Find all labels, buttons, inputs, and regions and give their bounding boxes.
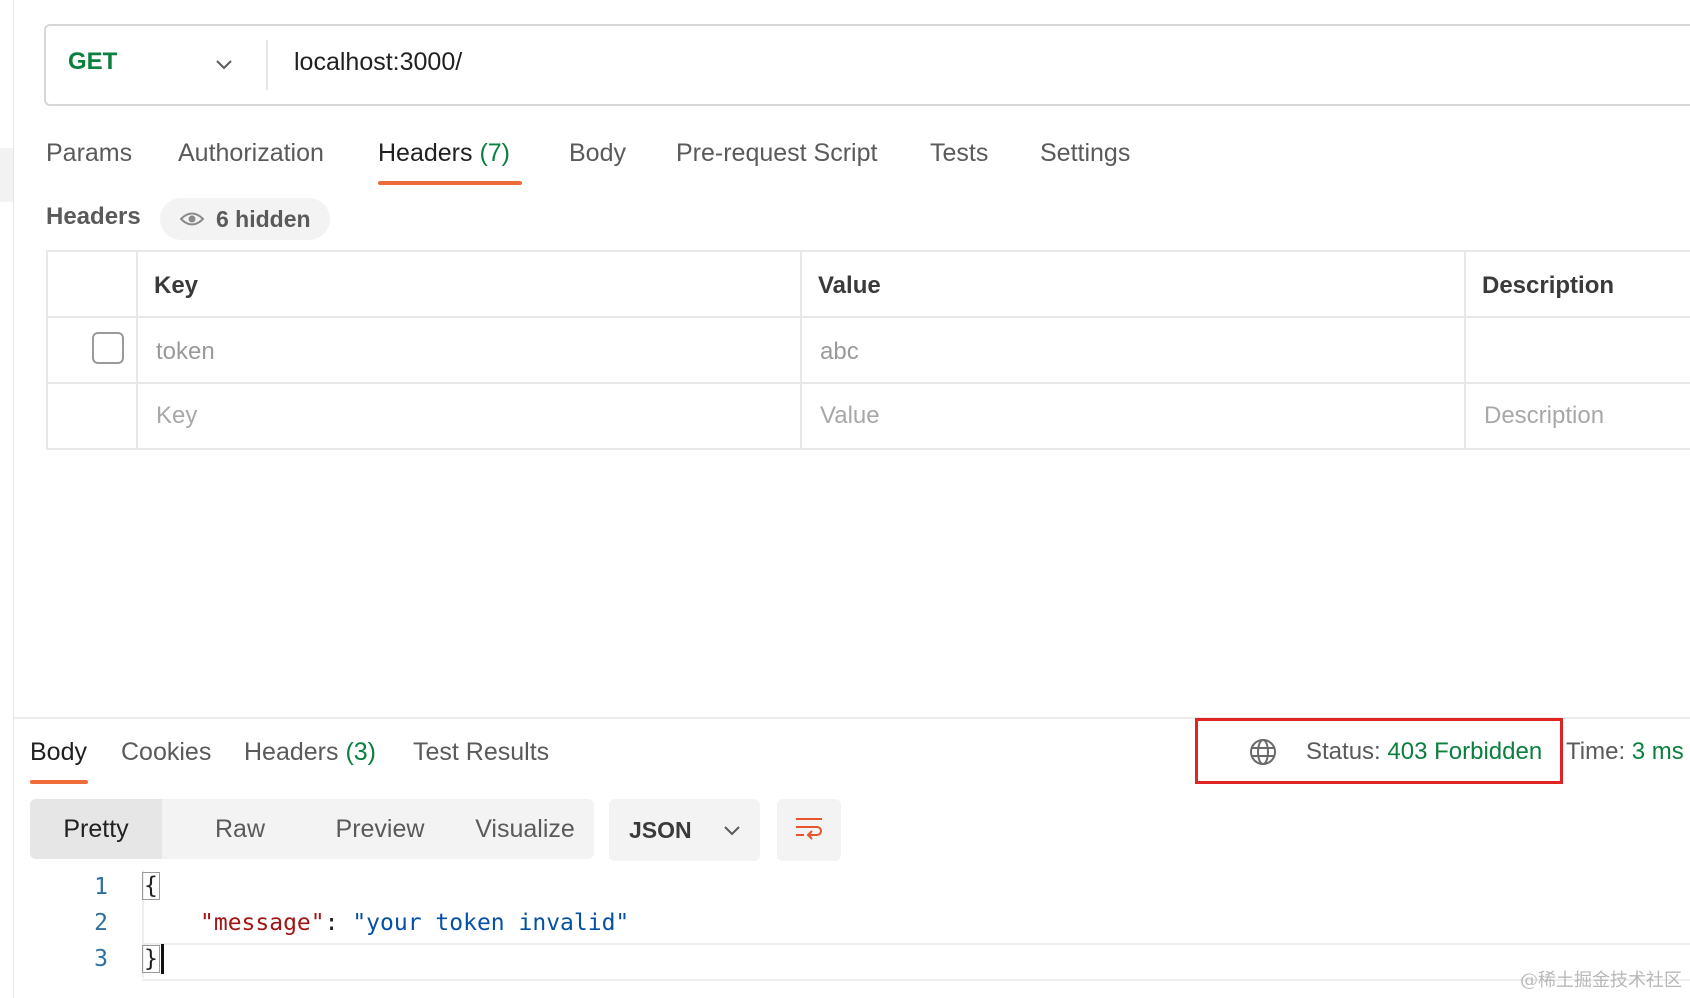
code-line-1[interactable]: { <box>142 872 160 900</box>
sidebar-tab-edge <box>0 148 13 202</box>
url-input[interactable]: localhost:3000/ <box>294 48 462 77</box>
headers-section-title: Headers <box>46 203 141 230</box>
response-tab-body[interactable]: Body <box>30 738 87 767</box>
text-cursor <box>160 944 164 974</box>
view-raw-button[interactable]: Raw <box>180 799 300 859</box>
header-key-cell[interactable]: token <box>156 338 215 366</box>
header-value-cell[interactable]: abc <box>820 338 859 366</box>
format-select[interactable]: JSON <box>609 799 760 861</box>
chevron-down-icon <box>722 820 742 840</box>
request-url-bar: GET localhost:3000/ <box>44 24 1690 106</box>
line-number: 3 <box>94 946 108 972</box>
response-status[interactable]: Status: 403 Forbidden <box>1306 738 1542 766</box>
wrap-lines-button[interactable] <box>777 799 841 861</box>
header-row-checkbox[interactable] <box>92 332 124 364</box>
response-tab-headers[interactable]: Headers (3) <box>244 738 376 767</box>
line-number: 2 <box>94 910 108 936</box>
code-line-3[interactable]: } <box>142 944 164 974</box>
method-divider <box>266 40 268 90</box>
response-tab-test-results[interactable]: Test Results <box>413 738 549 767</box>
tab-params[interactable]: Params <box>46 139 132 168</box>
new-description-input[interactable]: Description <box>1484 402 1604 430</box>
chevron-down-icon[interactable] <box>214 54 234 79</box>
tab-pre-request-script[interactable]: Pre-request Script <box>676 139 877 168</box>
watermark: @稀土掘金技术社区 <box>1520 970 1682 991</box>
method-select[interactable]: GET <box>68 48 117 76</box>
view-mode-switcher: Pretty Raw Preview Visualize <box>30 799 594 859</box>
column-header-description: Description <box>1482 272 1615 299</box>
tab-body[interactable]: Body <box>569 139 626 168</box>
column-header-key: Key <box>154 272 199 299</box>
globe-icon[interactable] <box>1248 737 1278 772</box>
response-tab-cookies[interactable]: Cookies <box>121 738 211 767</box>
response-active-tab-indicator <box>30 780 88 784</box>
view-pretty-button[interactable]: Pretty <box>30 799 162 859</box>
sidebar-border <box>13 0 14 998</box>
column-header-value: Value <box>818 272 881 299</box>
new-key-input[interactable]: Key <box>156 402 197 430</box>
tab-headers[interactable]: Headers (7) <box>378 139 510 168</box>
response-time[interactable]: Time: 3 ms <box>1566 738 1684 766</box>
tab-tests[interactable]: Tests <box>930 139 988 168</box>
line-number: 1 <box>94 874 108 900</box>
eye-icon <box>180 211 204 227</box>
active-tab-indicator <box>378 181 522 185</box>
view-preview-button[interactable]: Preview <box>310 799 450 859</box>
active-line-highlight <box>142 943 1690 981</box>
view-visualize-button[interactable]: Visualize <box>460 799 590 859</box>
code-line-2[interactable]: "message": "your token invalid" <box>200 910 629 936</box>
tab-settings[interactable]: Settings <box>1040 139 1130 168</box>
wrap-lines-icon <box>793 814 825 847</box>
hidden-headers-toggle[interactable]: 6 hidden <box>160 198 330 240</box>
format-label: JSON <box>629 816 692 843</box>
new-value-input[interactable]: Value <box>820 402 880 430</box>
headers-table: Key Value Description token abc Key Valu… <box>46 250 1690 450</box>
hidden-count-label: 6 hidden <box>216 205 311 232</box>
tab-authorization[interactable]: Authorization <box>178 139 324 168</box>
